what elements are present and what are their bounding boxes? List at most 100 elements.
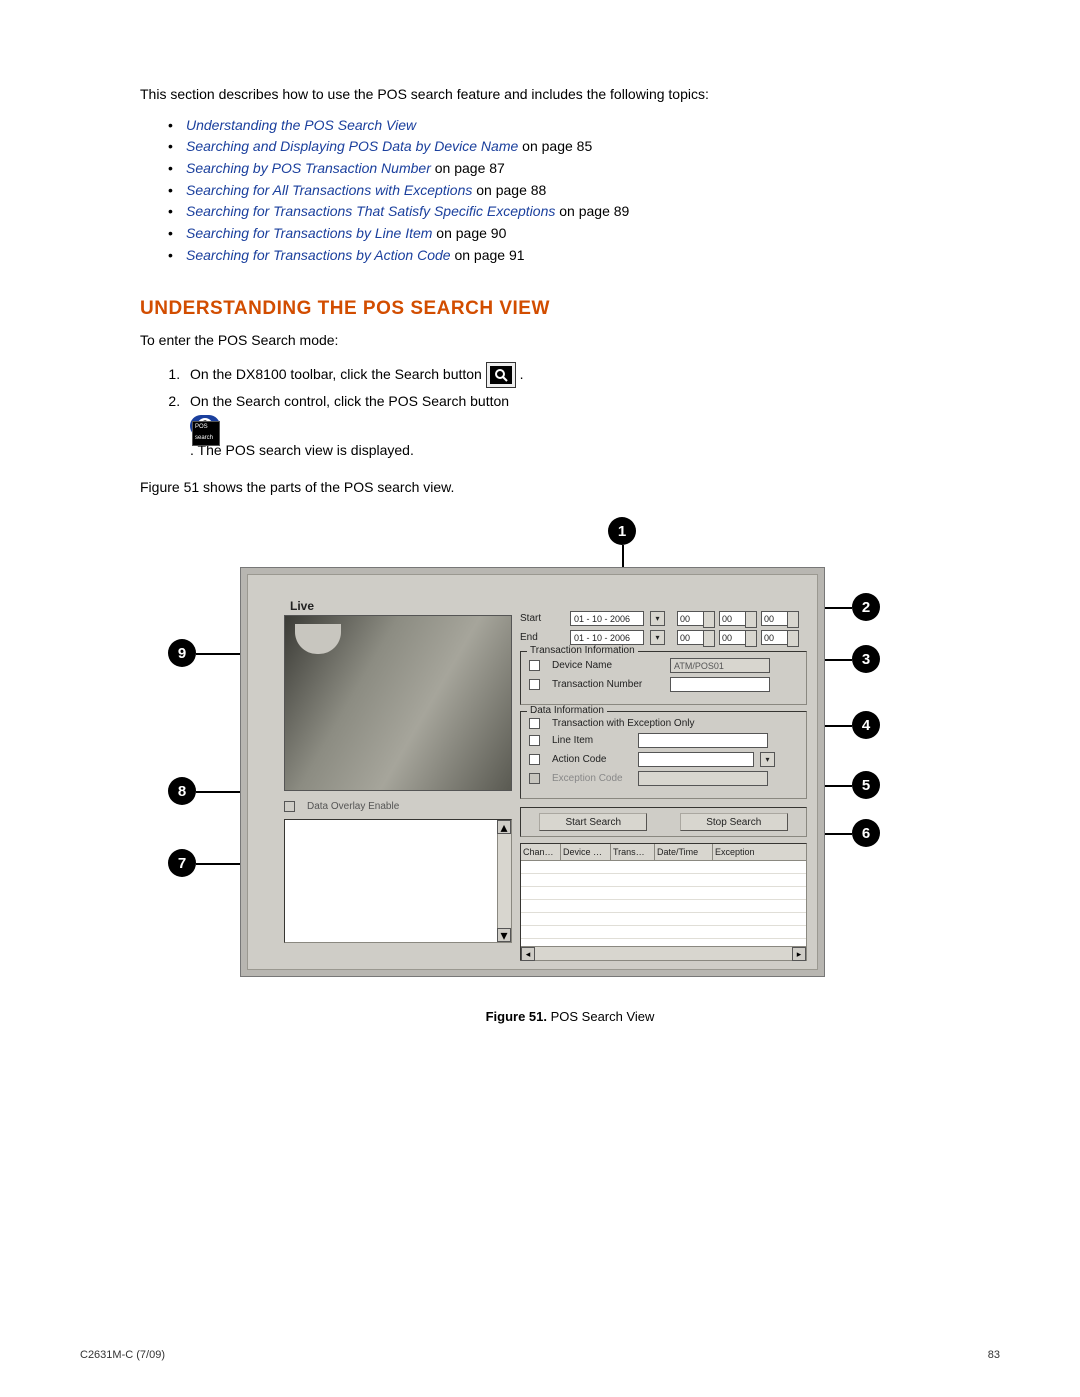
checkbox-icon[interactable] bbox=[529, 754, 540, 765]
overlay-label: Data Overlay Enable bbox=[307, 801, 399, 812]
callout-4: 4 bbox=[852, 711, 880, 739]
scroll-right-icon[interactable]: ▸ bbox=[792, 947, 806, 961]
transaction-number-row: Transaction Number bbox=[529, 677, 798, 692]
table-row[interactable] bbox=[521, 887, 806, 900]
line-item-field[interactable] bbox=[638, 733, 768, 748]
topic-item: Searching and Displaying POS Data by Dev… bbox=[168, 136, 1000, 158]
callout-9: 9 bbox=[168, 639, 196, 667]
results-grid: Chan… Device … Trans… Date/Time Exceptio… bbox=[520, 843, 807, 961]
start-ss[interactable]: 00 bbox=[761, 611, 789, 626]
col-datetime[interactable]: Date/Time bbox=[655, 844, 713, 860]
device-name-field[interactable]: ATM/POS01 bbox=[670, 658, 770, 673]
table-row[interactable] bbox=[521, 926, 806, 939]
topic-link[interactable]: Searching for Transactions That Satisfy … bbox=[186, 203, 555, 219]
callout-8: 8 bbox=[168, 777, 196, 805]
checkbox-icon bbox=[529, 773, 540, 784]
checkbox-icon[interactable] bbox=[529, 660, 540, 671]
col-device[interactable]: Device … bbox=[561, 844, 611, 860]
topic-link[interactable]: Searching for Transactions by Line Item bbox=[186, 225, 432, 241]
checkbox-icon[interactable] bbox=[529, 735, 540, 746]
topic-link[interactable]: Understanding the POS Search View bbox=[186, 117, 416, 133]
section-heading: UNDERSTANDING THE POS SEARCH VIEW bbox=[140, 298, 1000, 320]
end-hh[interactable]: 00 bbox=[677, 630, 705, 645]
col-channel[interactable]: Chan… bbox=[521, 844, 561, 860]
callout-5: 5 bbox=[852, 771, 880, 799]
topic-suffix: on page 85 bbox=[518, 138, 592, 154]
exception-code-label: Exception Code bbox=[552, 773, 632, 784]
exception-code-row: Exception Code bbox=[529, 771, 798, 786]
line-item-label: Line Item bbox=[552, 735, 632, 746]
topic-link[interactable]: Searching and Displaying POS Data by Dev… bbox=[186, 138, 518, 154]
line-item-row: Line Item bbox=[529, 733, 798, 748]
magnifier-icon bbox=[494, 368, 508, 382]
dropdown-icon[interactable]: ▾ bbox=[760, 752, 775, 767]
figure-intro: Figure 51 shows the parts of the POS sea… bbox=[140, 477, 1000, 497]
action-code-row: Action Code ▾ bbox=[529, 752, 798, 767]
callout-1: 1 bbox=[608, 517, 636, 545]
start-mm[interactable]: 00 bbox=[719, 611, 747, 626]
document-page: This section describes how to use the PO… bbox=[0, 0, 1080, 1397]
start-search-button[interactable]: Start Search bbox=[539, 813, 647, 831]
callout-7: 7 bbox=[168, 849, 196, 877]
data-overlay-enable[interactable]: Data Overlay Enable bbox=[284, 801, 399, 812]
scroll-down-icon[interactable]: ▾ bbox=[497, 928, 511, 942]
table-row[interactable] bbox=[521, 861, 806, 874]
data-info-group: Data Information Transaction with Except… bbox=[520, 711, 807, 799]
video-preview bbox=[284, 615, 512, 791]
topic-link[interactable]: Searching for Transactions by Action Cod… bbox=[186, 247, 451, 263]
table-row[interactable] bbox=[521, 913, 806, 926]
topic-item: Searching for Transactions That Satisfy … bbox=[168, 201, 1000, 223]
live-label: Live bbox=[290, 599, 314, 613]
topic-link[interactable]: Searching by POS Transaction Number bbox=[186, 160, 431, 176]
topic-suffix: on page 89 bbox=[555, 203, 629, 219]
checkbox-icon[interactable] bbox=[529, 679, 540, 690]
dropdown-icon[interactable]: ▾ bbox=[650, 630, 665, 645]
topic-list: Understanding the POS Search View Search… bbox=[168, 115, 1000, 267]
checkbox-icon[interactable] bbox=[529, 718, 540, 729]
transaction-number-label: Transaction Number bbox=[552, 679, 664, 690]
start-date-field[interactable]: 01 - 10 - 2006 bbox=[570, 611, 644, 626]
action-code-label: Action Code bbox=[552, 754, 632, 765]
end-ss[interactable]: 00 bbox=[761, 630, 789, 645]
topic-suffix: on page 87 bbox=[431, 160, 505, 176]
right-panel: Start 01 - 10 - 2006 ▾ 00 00 00 End 01 -… bbox=[520, 611, 807, 959]
table-row[interactable] bbox=[521, 900, 806, 913]
callout-2: 2 bbox=[852, 593, 880, 621]
end-label: End bbox=[520, 632, 564, 643]
checkbox-icon[interactable] bbox=[284, 801, 295, 812]
pos-search-button-icon: $ POS search bbox=[190, 415, 220, 437]
topic-item: Searching by POS Transaction Number on p… bbox=[168, 158, 1000, 180]
app-window-inner: Live Data Overlay Enable ▴ ▾ Start 01 - … bbox=[247, 574, 818, 970]
start-row: Start 01 - 10 - 2006 ▾ 00 00 00 bbox=[520, 611, 807, 626]
end-date-field[interactable]: 01 - 10 - 2006 bbox=[570, 630, 644, 645]
scrollbar-vertical[interactable] bbox=[497, 820, 511, 942]
scroll-left-icon[interactable]: ◂ bbox=[521, 947, 535, 961]
step-text-end: . bbox=[520, 366, 524, 382]
result-text-pane: ▴ ▾ bbox=[284, 819, 512, 943]
page-footer: C2631M-C (7/09) 83 bbox=[80, 1349, 1000, 1361]
col-exception[interactable]: Exception bbox=[713, 844, 806, 860]
figure-caption: Figure 51. POS Search View bbox=[140, 1009, 1000, 1024]
scrollbar-horizontal[interactable]: ◂ ▸ bbox=[521, 946, 806, 960]
topic-item: Searching for Transactions by Line Item … bbox=[168, 223, 1000, 245]
topic-suffix: on page 90 bbox=[432, 225, 506, 241]
col-trans[interactable]: Trans… bbox=[611, 844, 655, 860]
scroll-up-icon[interactable]: ▴ bbox=[497, 820, 511, 834]
transaction-number-field[interactable] bbox=[670, 677, 770, 692]
table-row[interactable] bbox=[521, 874, 806, 887]
topic-suffix: on page 88 bbox=[472, 182, 546, 198]
step-item: On the DX8100 toolbar, click the Search … bbox=[184, 361, 1000, 388]
topic-link[interactable]: Searching for All Transactions with Exce… bbox=[186, 182, 472, 198]
dropdown-icon[interactable]: ▾ bbox=[650, 611, 665, 626]
step-text-end: . The POS search view is displayed. bbox=[190, 442, 414, 458]
group-title: Transaction Information bbox=[527, 645, 638, 656]
device-name-row: Device Name ATM/POS01 bbox=[529, 658, 798, 673]
end-mm[interactable]: 00 bbox=[719, 630, 747, 645]
stop-search-button[interactable]: Stop Search bbox=[680, 813, 788, 831]
doc-id: C2631M-C (7/09) bbox=[80, 1349, 165, 1361]
action-code-field[interactable] bbox=[638, 752, 754, 767]
start-hh[interactable]: 00 bbox=[677, 611, 705, 626]
intro-text: This section describes how to use the PO… bbox=[140, 85, 1000, 105]
topic-item: Searching for All Transactions with Exce… bbox=[168, 180, 1000, 202]
app-window: Live Data Overlay Enable ▴ ▾ Start 01 - … bbox=[240, 567, 825, 977]
